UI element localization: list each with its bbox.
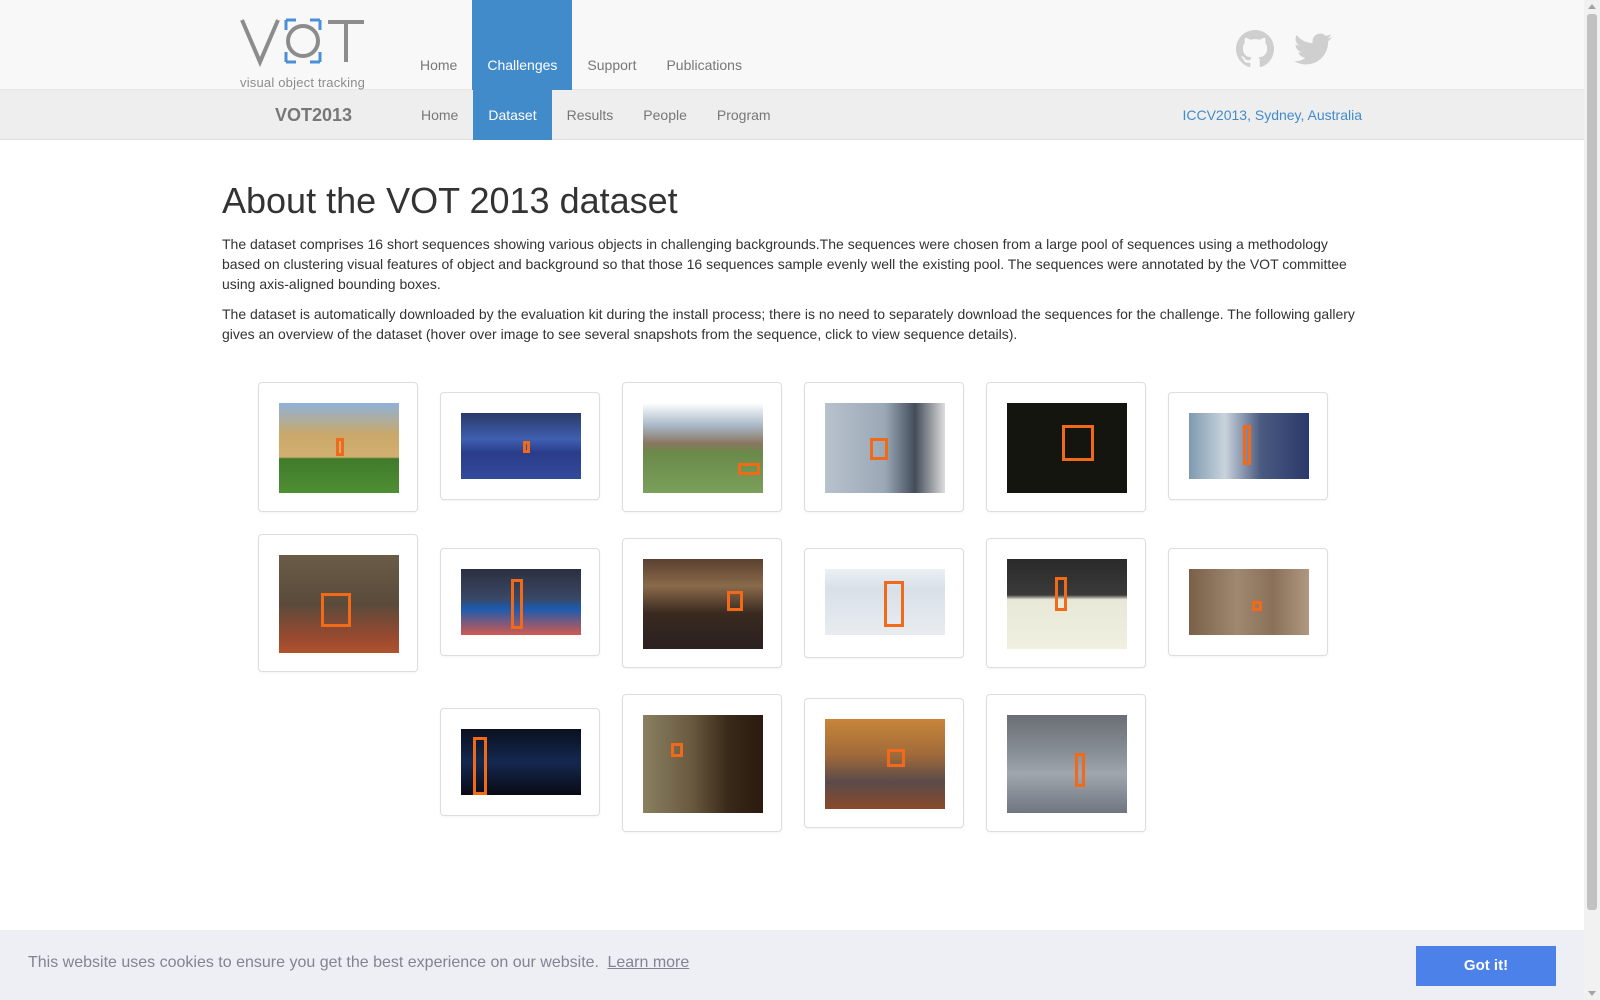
top-navbar: visual object tracking Home Challenges S… — [0, 0, 1584, 90]
sub-nav: Home Dataset Results People Program — [406, 90, 786, 140]
sequence-thumbnail[interactable] — [804, 698, 964, 828]
bounding-box — [887, 749, 905, 767]
sequence-thumbnail[interactable] — [258, 534, 418, 672]
sequence-thumbnail[interactable] — [1168, 548, 1328, 656]
sequence-image — [1007, 715, 1127, 813]
sequence-image — [825, 719, 945, 809]
sequence-thumbnail[interactable] — [804, 548, 964, 658]
nav-support[interactable]: Support — [572, 0, 651, 90]
scroll-up-arrow-icon[interactable] — [1588, 4, 1596, 9]
bounding-box — [870, 438, 888, 460]
main-content: About the VOT 2013 dataset The dataset c… — [222, 140, 1362, 354]
sequence-image — [1007, 403, 1127, 493]
bounding-box — [511, 579, 523, 629]
twitter-icon[interactable] — [1294, 30, 1332, 68]
cookie-message: This website uses cookies to ensure you … — [28, 930, 689, 996]
intro-paragraph: The dataset comprises 16 short sequences… — [222, 236, 1347, 292]
github-icon[interactable] — [1236, 30, 1274, 68]
sequence-thumbnail[interactable] — [440, 548, 600, 656]
nav-home[interactable]: Home — [405, 0, 472, 90]
bounding-box — [523, 441, 530, 453]
vot-logo-mark — [240, 18, 364, 68]
sequence-thumbnail[interactable] — [986, 694, 1146, 832]
bounding-box — [727, 591, 743, 611]
sequence-thumbnail[interactable] — [1168, 392, 1328, 500]
sub-navbar: VOT2013 Home Dataset Results People Prog… — [0, 90, 1584, 140]
bounding-box — [671, 743, 683, 757]
download-paragraph: The dataset is automatically downloaded … — [222, 306, 1355, 342]
sequence-image — [825, 569, 945, 635]
sequence-thumbnail[interactable] — [622, 694, 782, 832]
bounding-box — [1075, 753, 1085, 787]
sequence-thumbnail[interactable] — [622, 382, 782, 512]
sequence-image — [461, 569, 581, 635]
subnav-home[interactable]: Home — [406, 90, 473, 140]
sequence-thumbnail[interactable] — [440, 708, 600, 816]
sequence-thumbnail[interactable] — [986, 538, 1146, 668]
logo-subtitle: visual object tracking — [240, 75, 366, 90]
sequence-thumbnail[interactable] — [258, 382, 418, 512]
sequence-image — [825, 403, 945, 493]
sequence-thumbnail[interactable] — [622, 538, 782, 668]
bounding-box — [321, 593, 351, 627]
sequence-image — [1189, 413, 1309, 479]
subnav-people[interactable]: People — [628, 90, 702, 140]
venue-link[interactable]: ICCV2013, Sydney, Australia — [1182, 90, 1362, 140]
subnav-results[interactable]: Results — [552, 90, 629, 140]
page-scrollbar[interactable] — [1584, 0, 1600, 1000]
social-links — [1236, 30, 1332, 68]
bounding-box — [473, 737, 487, 795]
sequence-thumbnail[interactable] — [986, 382, 1146, 512]
scroll-down-arrow-icon[interactable] — [1588, 991, 1596, 996]
nav-challenges[interactable]: Challenges — [472, 0, 573, 90]
bounding-box — [1055, 577, 1067, 611]
sequence-image — [279, 403, 399, 493]
bounding-box — [738, 463, 760, 475]
main-nav: Home Challenges Support Publications — [405, 0, 757, 90]
learn-more-link[interactable]: Learn more — [607, 954, 689, 971]
sequence-image — [1189, 569, 1309, 635]
bounding-box — [1252, 601, 1262, 611]
subnav-dataset[interactable]: Dataset — [473, 90, 552, 140]
scroll-thumb[interactable] — [1587, 14, 1597, 910]
bounding-box — [1243, 425, 1251, 465]
sub-brand[interactable]: VOT2013 — [275, 90, 352, 140]
bounding-box — [336, 438, 344, 456]
sequence-image — [461, 729, 581, 795]
bounding-box — [884, 581, 904, 627]
nav-publications[interactable]: Publications — [651, 0, 757, 90]
sequence-thumbnail[interactable] — [440, 392, 600, 500]
sequence-image — [643, 403, 763, 493]
page-title: About the VOT 2013 dataset — [222, 180, 678, 221]
cookie-banner: This website uses cookies to ensure you … — [0, 930, 1584, 1000]
sequence-thumbnail[interactable] — [804, 382, 964, 512]
sequence-image — [461, 413, 581, 479]
accept-cookies-button[interactable]: Got it! — [1416, 946, 1556, 986]
sequence-image — [643, 559, 763, 649]
sequence-image — [1007, 559, 1127, 649]
sequence-image — [643, 715, 763, 813]
bounding-box — [1062, 425, 1094, 461]
vot-logo[interactable]: visual object tracking — [240, 16, 370, 90]
subnav-program[interactable]: Program — [702, 90, 786, 140]
cookie-text: This website uses cookies to ensure you … — [28, 954, 599, 971]
sequence-image — [279, 555, 399, 653]
